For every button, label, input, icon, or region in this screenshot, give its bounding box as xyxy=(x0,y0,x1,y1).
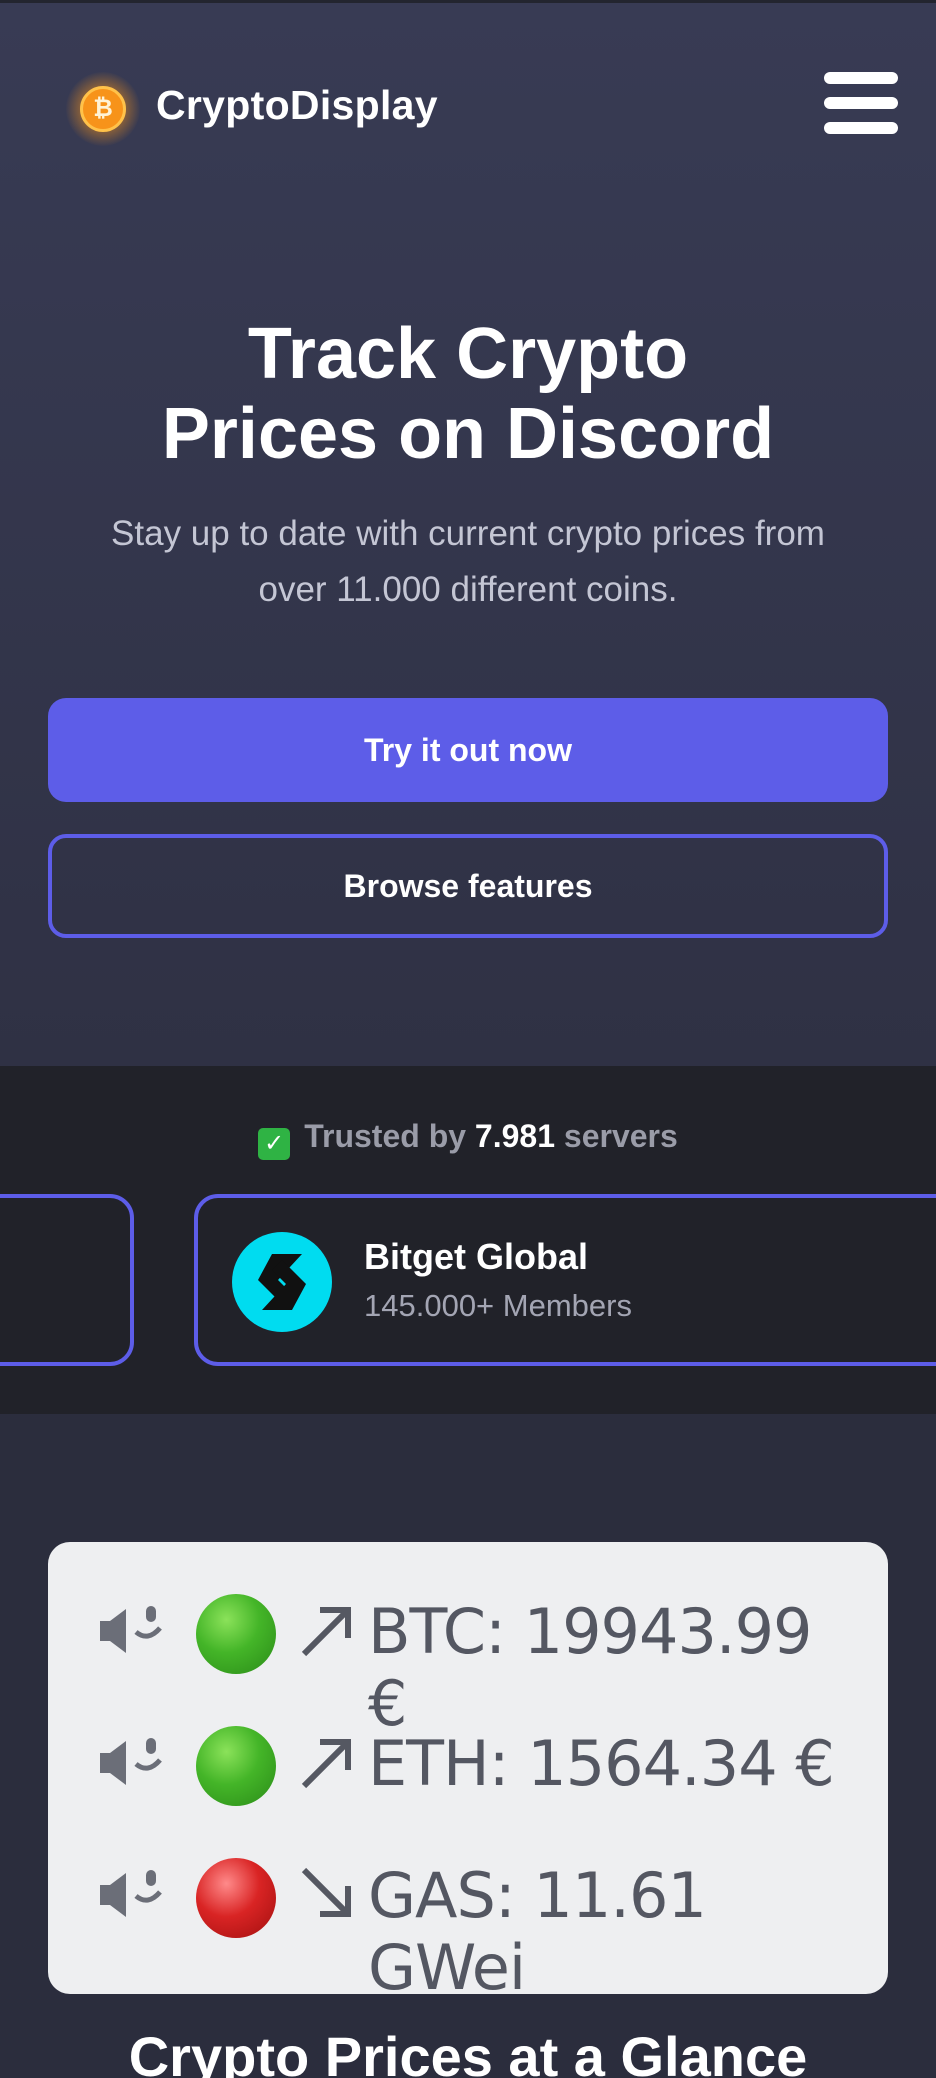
hero-subtitle-line: Stay up to date with current crypto pric… xyxy=(111,514,825,553)
status-green-icon xyxy=(196,1594,276,1674)
menu-bar xyxy=(824,72,898,84)
server-card[interactable] xyxy=(0,1194,134,1366)
menu-bar xyxy=(824,97,898,109)
hero-title-line: Track Crypto xyxy=(247,314,689,394)
trend-up-arrow-icon xyxy=(301,1607,351,1657)
trusted-suffix: servers xyxy=(563,1118,678,1154)
brand-name[interactable]: CryptoDisplay xyxy=(156,82,438,129)
speaker-icon xyxy=(100,1606,162,1653)
hamburger-menu-icon[interactable] xyxy=(824,72,898,134)
status-red-icon xyxy=(196,1858,276,1938)
speaker-icon xyxy=(100,1870,162,1917)
server-card[interactable]: Bitget Global 145.000+ Members xyxy=(194,1194,936,1366)
status-green-icon xyxy=(196,1726,276,1806)
server-name: Bitget Global xyxy=(364,1236,588,1277)
check-mark-icon: ✓ xyxy=(258,1128,291,1160)
browse-features-button[interactable]: Browse features xyxy=(48,834,888,938)
trusted-prefix: Trusted by xyxy=(304,1118,467,1154)
top-border xyxy=(0,0,936,3)
price-text: GAS: 11.61 GWei xyxy=(368,1859,707,2004)
trusted-count: ✓ Trusted by 7.981 servers xyxy=(0,1118,936,1160)
price-row: BTC: 19943.99 € xyxy=(100,1586,860,1740)
hero-subtitle: Stay up to date with current crypto pric… xyxy=(50,506,886,618)
price-row: GAS: 11.61 GWei xyxy=(100,1850,860,2004)
try-it-out-button[interactable]: Try it out now xyxy=(48,698,888,802)
price-row: ETH: 1564.34 € xyxy=(100,1718,860,1808)
section-title: Crypto Prices at a Glance xyxy=(128,2025,808,2078)
discord-preview-card: BTC: 19943.99 € ETH: 1564.34 € GAS: 11.6… xyxy=(48,1542,888,2004)
bitcoin-logo-icon[interactable]: ₿ xyxy=(66,72,140,146)
server-members: 145.000+ Members xyxy=(364,1288,632,1323)
speaker-icon xyxy=(100,1738,162,1785)
price-text: ETH: 1564.34 € xyxy=(368,1727,835,1800)
hero-title: Track Crypto Prices on Discord xyxy=(60,314,876,474)
hero-subtitle-line: over 11.000 different coins. xyxy=(258,570,678,609)
trend-down-arrow-icon xyxy=(301,1867,351,1917)
bitget-logo-icon xyxy=(232,1232,332,1332)
trend-up-arrow-icon xyxy=(301,1739,351,1789)
hero-title-line: Prices on Discord xyxy=(161,394,775,474)
bitcoin-glyph: ₿ xyxy=(80,86,126,132)
server-count: 7.981 xyxy=(474,1118,555,1154)
menu-bar xyxy=(824,122,898,134)
